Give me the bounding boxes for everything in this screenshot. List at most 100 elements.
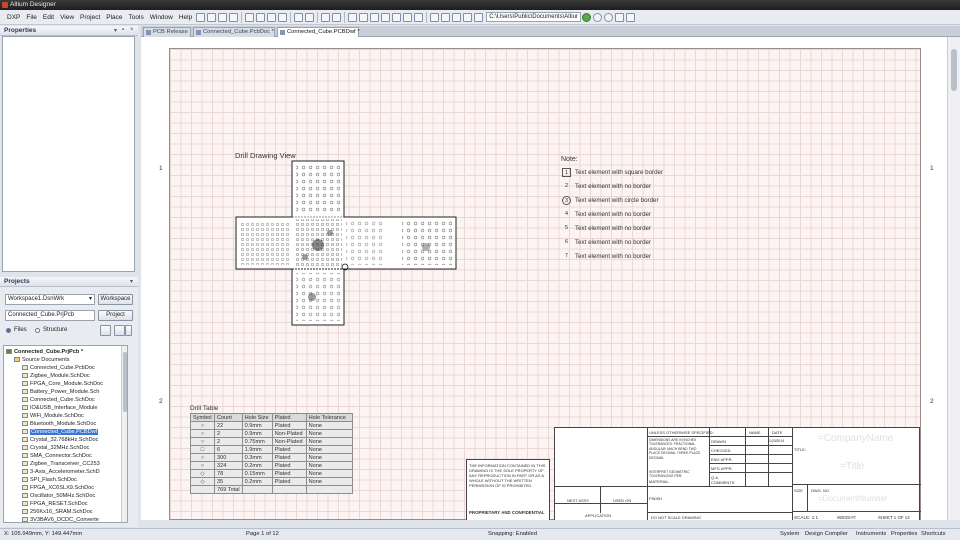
tree-item[interactable]: 256Kx16_SRAM.SchDoc	[22, 508, 93, 516]
place-line-icon[interactable]	[370, 12, 380, 22]
drill-drawing-view[interactable]	[230, 157, 460, 329]
tree-scroll-thumb[interactable]	[123, 352, 127, 412]
dimension-icon[interactable]	[430, 12, 440, 22]
go-forward-icon[interactable]	[581, 12, 591, 22]
menu-place[interactable]: Place	[103, 10, 125, 25]
tree-item[interactable]: Connected_Cube.PrjPcb *	[6, 348, 83, 356]
move-icon[interactable]	[441, 12, 451, 22]
zoom-selected-icon[interactable]	[278, 12, 288, 22]
workspace-button[interactable]: Workspace	[98, 294, 133, 305]
drill-table-cell: 769 Total	[214, 485, 243, 494]
grid-icon[interactable]	[463, 12, 473, 22]
redo-icon[interactable]	[305, 12, 315, 22]
home-icon[interactable]	[614, 12, 624, 22]
drill-table[interactable]: Symbol Count Hole Size Plated Hole Tolerance…	[190, 413, 353, 494]
back-icon[interactable]	[592, 12, 602, 22]
document-scroll-thumb[interactable]	[951, 49, 957, 91]
menu-file[interactable]: File	[23, 10, 39, 25]
open-folder-icon[interactable]	[207, 12, 217, 22]
tree-item[interactable]: IO&USB_Interface_Module	[22, 404, 97, 412]
zoom-area-icon[interactable]	[267, 12, 277, 22]
tree-item[interactable]: WiFi_Module.SchDoc	[22, 412, 84, 420]
pin-icon[interactable]: ▪	[122, 27, 124, 33]
project-button[interactable]: Project	[98, 310, 133, 321]
favorites-icon[interactable]	[625, 12, 635, 22]
tree-item[interactable]: SPI_Flash.SchDoc	[22, 476, 77, 484]
refresh-icon[interactable]	[100, 325, 111, 336]
note-item[interactable]: 2 Text element with no border	[562, 183, 651, 190]
toolbar-separator	[344, 11, 346, 23]
tree-item[interactable]: Zigbee_Transceiver_CC253	[22, 460, 100, 468]
status-properties-button[interactable]: Properties	[891, 529, 917, 540]
tree-item[interactable]: Connected_Cube.SchDoc	[22, 396, 95, 404]
status-shortcuts-button[interactable]: Shortcuts	[921, 529, 946, 540]
document-scrollbar[interactable]	[947, 37, 960, 520]
tree-item[interactable]: Source Documents	[14, 356, 70, 364]
note-item[interactable]: 3 Text element with circle border	[562, 196, 659, 205]
panel-menu-icon[interactable]: ▾	[130, 278, 133, 285]
tree-item[interactable]: Oscillator_50MHz.SchDoc	[22, 492, 95, 500]
tree-item[interactable]: Zigbee_Module.SchDoc	[22, 372, 90, 380]
forward-icon[interactable]	[603, 12, 613, 22]
zoom-fit-icon[interactable]	[256, 12, 266, 22]
files-radio[interactable]	[6, 328, 11, 333]
tab-pcb-release[interactable]: PCB Release	[143, 27, 191, 37]
tree-item[interactable]: Connected_Cube.PcbDoc	[22, 364, 95, 372]
tree-item[interactable]: 3V3BAV6_DCDC_Converte	[22, 516, 99, 522]
menu-help[interactable]: Help	[176, 10, 195, 25]
tree-item[interactable]: SMA_Connector.SchDoc	[22, 452, 92, 460]
project-tree[interactable]: Connected_Cube.PrjPcb * Source Documents C…	[3, 345, 128, 523]
new-sheet-icon[interactable]	[348, 12, 358, 22]
open-icon[interactable]	[196, 12, 206, 22]
menu-view[interactable]: View	[57, 10, 77, 25]
note-item[interactable]: 1 Text element with square border	[562, 168, 663, 177]
menu-tools[interactable]: Tools	[126, 10, 147, 25]
panel-menu-icon[interactable]: ▾	[114, 27, 117, 34]
zoom-icon[interactable]	[245, 12, 255, 22]
align-icon[interactable]	[452, 12, 462, 22]
document-area[interactable]: 1 2 1 2 Drill Drawing View Note: 1 Text …	[141, 37, 947, 520]
cross-probe-icon[interactable]	[321, 12, 331, 22]
text-icon[interactable]	[359, 12, 369, 22]
drawing-sheet[interactable]: 1 2 1 2 Drill Drawing View Note: 1 Text …	[159, 48, 934, 520]
project-field[interactable]: Connected_Cube.PrjPcb	[5, 310, 95, 321]
compile-icon[interactable]	[332, 12, 342, 22]
next-assy-label: NEXT ASSY	[567, 498, 590, 503]
workspace-select[interactable]: Workspace1.DsnWrk ▾	[5, 294, 95, 305]
tree-item[interactable]: Connected_Cube.PCBDwf	[22, 428, 99, 436]
menu-window[interactable]: Window	[147, 10, 176, 25]
place-view-icon[interactable]	[403, 12, 413, 22]
save-icon[interactable]	[218, 12, 228, 22]
tree-scrollbar[interactable]	[121, 346, 127, 522]
print-icon[interactable]	[229, 12, 239, 22]
options-icon[interactable]	[114, 325, 125, 336]
structure-radio[interactable]	[35, 328, 40, 333]
tree-item[interactable]: FPGA_Core_Module.SchDoc	[22, 380, 103, 388]
tree-item[interactable]: Bluetooth_Module.SchDoc	[22, 420, 96, 428]
status-design-compiler-button[interactable]: Design Compiler	[805, 529, 848, 540]
status-instruments-button[interactable]: Instruments	[856, 529, 886, 540]
layer-icon[interactable]	[474, 12, 484, 22]
place-table-icon[interactable]	[392, 12, 402, 22]
menu-project[interactable]: Project	[77, 10, 103, 25]
tree-item[interactable]: FPGA_XC6SLX9.SchDoc	[22, 484, 94, 492]
note-item[interactable]: 5 Text element with no border	[562, 225, 651, 232]
chevron-down-icon[interactable]	[125, 325, 132, 336]
place-board-icon[interactable]	[381, 12, 391, 22]
status-system-button[interactable]: System	[780, 529, 799, 540]
menu-dxp[interactable]: DXP	[4, 10, 23, 25]
note-item[interactable]: 6 Text element with no border	[562, 239, 651, 246]
tree-item[interactable]: Crystal_32.768kHz.SchDoc	[22, 436, 98, 444]
note-item[interactable]: 7 Text element with no border	[562, 253, 651, 260]
path-field[interactable]: C:\Users\Public\Documents\Altiur	[486, 12, 581, 22]
tree-item[interactable]: 3-Axis_Accelerometer.SchD	[22, 468, 100, 476]
undo-icon[interactable]	[294, 12, 304, 22]
tree-item[interactable]: Crystal_32MHz.SchDoc	[22, 444, 89, 452]
menu-edit[interactable]: Edit	[40, 10, 57, 25]
tree-item[interactable]: Battery_Power_Module.Sch	[22, 388, 99, 396]
place-note-icon[interactable]	[414, 12, 424, 22]
close-icon[interactable]: ×	[130, 27, 134, 33]
tab-pcbdoc[interactable]: Connected_Cube.PcbDoc *	[193, 27, 275, 37]
note-item[interactable]: 4 Text element with no border	[562, 211, 651, 218]
tree-item[interactable]: FPGA_RESET.SchDoc	[22, 500, 88, 508]
